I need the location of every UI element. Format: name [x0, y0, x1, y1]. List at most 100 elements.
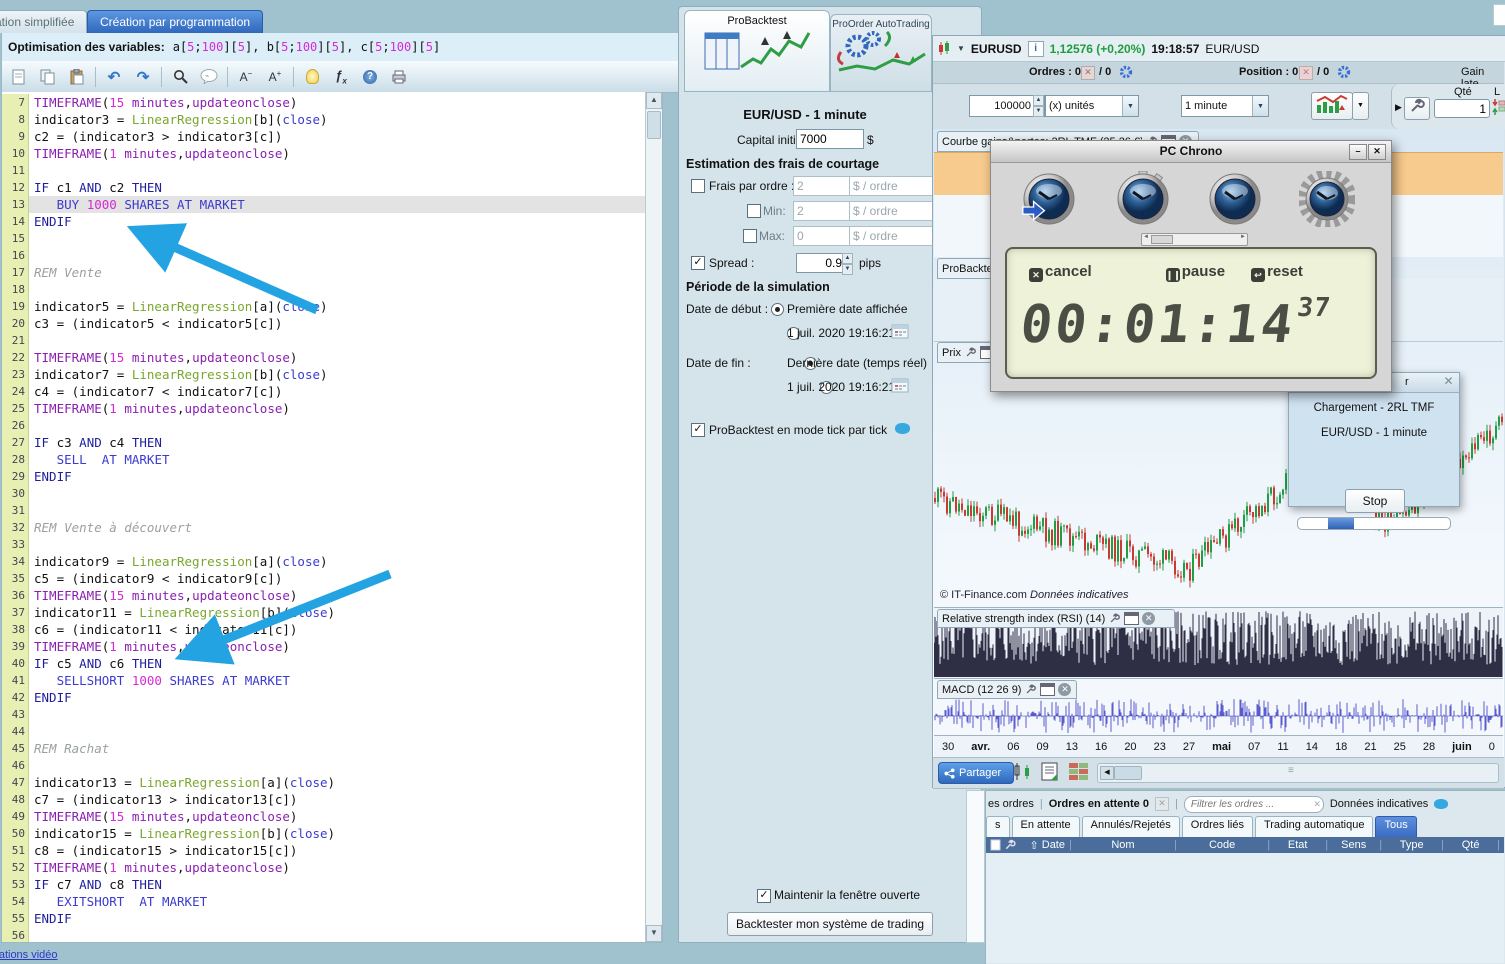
spin-up-icon[interactable]: ▲ — [842, 253, 853, 264]
macd-title-tab[interactable]: MACD (12 26 9) ✕ — [937, 680, 1077, 699]
chrono-pause-button[interactable]: ❙❙pause — [1165, 263, 1225, 282]
all-orders-label-clipped[interactable]: es ordres — [988, 798, 1034, 810]
orders-clear-icon[interactable]: ✕ — [1081, 66, 1095, 80]
chrono-clock-icon[interactable] — [1207, 171, 1263, 230]
orders-tab-trading-automatique[interactable]: Trading automatique — [1254, 816, 1374, 837]
search-icon[interactable] — [169, 66, 191, 88]
help-bubble-icon[interactable] — [895, 423, 910, 434]
macd-pane[interactable]: MACD (12 26 9) ✕ — [934, 678, 1503, 735]
print-icon[interactable] — [388, 66, 410, 88]
code-line-56[interactable]: 56 — [2, 927, 646, 942]
wrench-icon[interactable] — [964, 347, 977, 358]
code-line-33[interactable]: 33 — [2, 536, 646, 553]
code-line-39[interactable]: 39 TIMEFRAME(1 minutes,updateonclose) — [2, 638, 646, 655]
scroll-up-arrow-icon[interactable]: ▲ — [646, 92, 662, 109]
code-line-41[interactable]: 41 SELLSHORT 1000 SHARES AT MARKET — [2, 672, 646, 689]
fee-per-order-checkbox[interactable] — [691, 179, 705, 193]
rsi-pane[interactable]: Relative strength index (RSI) (14) ✕ — [933, 607, 1503, 678]
position-clear-icon[interactable]: ✕ — [1299, 66, 1313, 80]
share-button[interactable]: Partager — [938, 762, 1014, 784]
code-line-43[interactable]: 43 — [2, 706, 646, 723]
start-first-date-radio[interactable] — [771, 303, 784, 316]
code-line-32[interactable]: 32 REM Vente à découvert — [2, 519, 646, 536]
chart-type-button[interactable] — [1311, 92, 1353, 120]
code-line-54[interactable]: 54 EXITSHORT AT MARKET — [2, 893, 646, 910]
symbol-dropdown-arrow-icon[interactable]: ▼ — [957, 44, 965, 53]
column-sens[interactable]: Sens — [1332, 839, 1375, 851]
tab-creation-par-programmation[interactable]: Création par programmation — [87, 10, 264, 33]
calendar-icon[interactable] — [891, 323, 909, 339]
code-line-37[interactable]: 37 indicator11 = LinearRegression[b](clos… — [2, 604, 646, 621]
position-settings-gear-icon[interactable] — [1337, 65, 1351, 79]
orders-settings-gear-icon[interactable] — [1119, 65, 1133, 79]
scrollbar-thumb[interactable] — [647, 111, 661, 139]
code-line-51[interactable]: 51 c8 = (indicator15 > indicator15[c]) — [2, 842, 646, 859]
code-line-7[interactable]: 7 TIMEFRAME(15 minutes,updateonclose) — [2, 94, 646, 111]
scroll-left-arrow-icon[interactable]: ◀ — [1100, 766, 1114, 780]
window-icon[interactable] — [1124, 612, 1140, 625]
slider-thumb[interactable] — [1151, 235, 1173, 244]
help-icon[interactable]: ? — [359, 66, 381, 88]
keep-window-open-checkbox[interactable]: ✓ — [757, 889, 771, 903]
column-etat[interactable]: Etat — [1274, 839, 1321, 851]
pc-chrono-titlebar[interactable]: PC Chrono – ✕ — [991, 141, 1391, 163]
code-line-45[interactable]: 45 REM Rachat — [2, 740, 646, 757]
chrono-cancel-button[interactable]: ✕ cancel — [1029, 263, 1092, 282]
code-line-49[interactable]: 49 TIMEFRAME(15 minutes,updateonclose) — [2, 808, 646, 825]
column-date[interactable]: Date — [1042, 839, 1065, 851]
order-book-icon[interactable] — [1492, 98, 1505, 116]
clear-filter-icon[interactable]: ✕ — [1155, 797, 1169, 811]
code-line-55[interactable]: 55 ENDIF — [2, 910, 646, 927]
close-icon[interactable]: ✕ — [1142, 612, 1156, 625]
chrono-reset-button[interactable]: ↩ reset — [1251, 263, 1303, 282]
close-icon[interactable]: ✕ — [1442, 375, 1455, 388]
document-icon[interactable] — [990, 839, 1002, 851]
units-dropdown-arrow-icon[interactable]: ▼ — [1122, 96, 1138, 116]
code-line-16[interactable]: 16 — [2, 247, 646, 264]
orders-tab-s[interactable]: s — [986, 816, 1010, 837]
code-line-29[interactable]: 29 ENDIF — [2, 468, 646, 485]
calendar-icon[interactable] — [891, 377, 909, 393]
code-line-13[interactable]: 13 BUY 1000 SHARES AT MARKET — [2, 196, 646, 213]
orders-tab-tous[interactable]: Tous — [1375, 816, 1417, 837]
fee-min-unit[interactable] — [849, 201, 933, 221]
expand-arrow-icon[interactable]: ▶ — [1395, 102, 1402, 113]
help-bubble-icon[interactable] — [1434, 799, 1449, 809]
code-line-25[interactable]: 25 TIMEFRAME(1 minutes,updateonclose) — [2, 400, 646, 417]
spread-input[interactable] — [796, 253, 846, 273]
chrono-gear-clock-icon[interactable] — [1297, 169, 1357, 230]
horizontal-scrollbar[interactable]: ◀ ≡ — [1097, 763, 1499, 783]
orders-tab-ordres-li-s[interactable]: Ordres liés — [1181, 816, 1253, 837]
fee-max-unit[interactable] — [849, 226, 933, 246]
scroll-down-arrow-icon[interactable]: ▼ — [646, 925, 662, 942]
column-qté[interactable]: Qté — [1448, 839, 1493, 851]
code-line-44[interactable]: 44 — [2, 723, 646, 740]
clear-input-icon[interactable]: ✕ — [1313, 799, 1321, 810]
notes-icon[interactable] — [1041, 762, 1059, 782]
fee-max-input[interactable] — [793, 226, 851, 246]
wrench-icon[interactable] — [1108, 613, 1121, 624]
functions-icon[interactable]: ƒx — [330, 66, 352, 88]
code-line-24[interactable]: 24 c4 = (indicator7 < indicator7[c]) — [2, 383, 646, 400]
code-line-40[interactable]: 40 IF c5 AND c6 THEN — [2, 655, 646, 672]
code-line-50[interactable]: 50 indicator15 = LinearRegression[b](clos… — [2, 825, 646, 842]
filter-orders-input[interactable] — [1183, 795, 1324, 813]
code-line-18[interactable]: 18 — [2, 281, 646, 298]
fee-per-order-unit[interactable] — [849, 176, 933, 196]
tab-proorder-autotrading[interactable]: ProOrder AutoTrading — [830, 14, 932, 92]
window-icon[interactable] — [1040, 683, 1056, 696]
comment-icon[interactable]: ⌁ — [198, 66, 220, 88]
tick-mode-checkbox[interactable]: ✓ — [691, 423, 705, 437]
scrollbar-thumb[interactable] — [1114, 766, 1142, 780]
chart-type-dropdown-arrow-icon[interactable]: ▼ — [1352, 92, 1369, 120]
new-document-icon[interactable] — [8, 66, 30, 88]
fee-min-input[interactable] — [793, 201, 851, 221]
hint-icon[interactable] — [301, 66, 323, 88]
code-line-27[interactable]: 27 IF c3 AND c4 THEN — [2, 434, 646, 451]
chrono-goto-clock-icon[interactable] — [1021, 171, 1077, 230]
wrench-icon[interactable] — [1004, 839, 1016, 851]
increase-font-icon[interactable]: A+ — [264, 66, 286, 88]
minimize-icon[interactable]: – — [1349, 144, 1367, 160]
optimization-variables[interactable]: a[5;100][5], b[5;100][5], c[5;100][5] — [173, 40, 440, 54]
compare-instruments-icon[interactable] — [1013, 762, 1035, 782]
